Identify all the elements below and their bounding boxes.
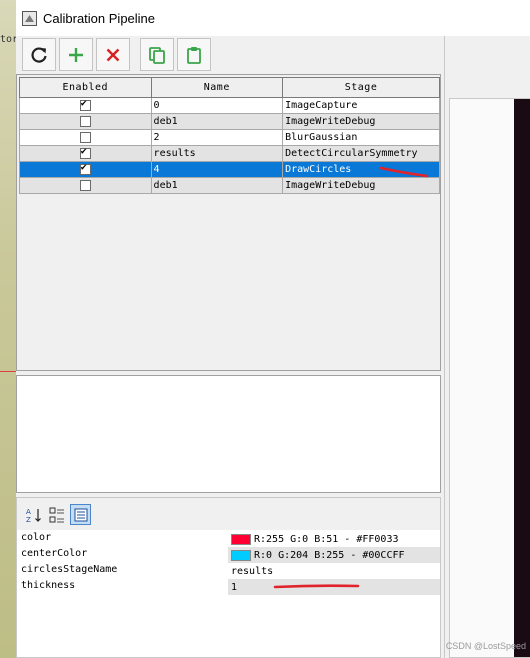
- add-icon: [69, 47, 83, 62]
- column-header-enabled[interactable]: Enabled: [19, 77, 152, 98]
- title-bar[interactable]: Calibration Pipeline: [16, 0, 530, 36]
- table-row[interactable]: 2 BlurGaussian: [19, 129, 440, 146]
- enabled-cell[interactable]: [19, 113, 152, 130]
- sort-alpha-button[interactable]: A Z: [23, 504, 44, 525]
- add-stage-button[interactable]: [59, 38, 93, 71]
- enabled-checkbox[interactable]: [79, 98, 91, 111]
- enabled-cell[interactable]: [19, 161, 152, 178]
- property-value-text: results: [231, 565, 274, 577]
- categorized-button[interactable]: [46, 504, 67, 525]
- enabled-checkbox[interactable]: [79, 131, 91, 143]
- name-cell[interactable]: 4: [150, 161, 284, 178]
- enabled-cell[interactable]: [19, 97, 152, 114]
- name-cell[interactable]: deb1: [150, 113, 284, 130]
- color-swatch: [231, 549, 251, 561]
- window-title: Calibration Pipeline: [43, 11, 156, 26]
- name-cell[interactable]: deb1: [150, 177, 284, 194]
- property-name: thickness: [21, 580, 76, 591]
- background-window-left: tor: [0, 0, 18, 658]
- property-value[interactable]: R:255 G:0 B:51 - #FF0033: [228, 531, 440, 547]
- property-name: color: [21, 532, 52, 543]
- remove-icon: [106, 48, 120, 61]
- enabled-checkbox[interactable]: [79, 162, 91, 175]
- property-value-text: R:255 G:0 B:51 - #FF0033: [254, 533, 399, 545]
- stages-table: Enabled Name Stage 0 ImageCapture deb1 I…: [19, 77, 440, 194]
- background-window-right: [444, 36, 530, 658]
- svg-text:Z: Z: [26, 516, 31, 523]
- property-value-text: 1: [231, 581, 238, 593]
- property-value[interactable]: results: [228, 563, 440, 579]
- categorized-icon: [49, 507, 64, 522]
- name-cell[interactable]: 0: [150, 97, 284, 114]
- description-panel: [16, 375, 441, 493]
- property-grid-toolbar: A Z: [17, 498, 440, 530]
- refresh-icon: [31, 46, 47, 63]
- stage-cell[interactable]: ImageCapture: [282, 97, 440, 114]
- enabled-checkbox[interactable]: [79, 179, 91, 191]
- svg-text:A: A: [26, 508, 31, 516]
- property-value-text: R:0 G:204 B:255 - #00CCFF: [254, 549, 405, 561]
- stage-cell[interactable]: BlurGaussian: [282, 129, 440, 146]
- property-row-center-color[interactable]: centerColor R:0 G:204 B:255 - #00CCFF: [19, 547, 440, 563]
- table-row[interactable]: deb1 ImageWriteDebug: [19, 113, 440, 130]
- enabled-cell[interactable]: [19, 129, 152, 146]
- property-row-thickness[interactable]: thickness 1: [19, 579, 440, 595]
- paste-button[interactable]: [177, 38, 211, 71]
- watermark: CSDN @LostSpeed: [445, 641, 526, 651]
- paste-icon: [187, 46, 201, 64]
- refresh-button[interactable]: [22, 38, 56, 71]
- enabled-cell[interactable]: [19, 145, 152, 162]
- stage-cell[interactable]: ImageWriteDebug: [282, 113, 440, 130]
- table-row[interactable]: 0 ImageCapture: [19, 97, 440, 114]
- table-row[interactable]: deb1 ImageWriteDebug: [19, 177, 440, 194]
- red-underline-annotation: [273, 584, 360, 589]
- pipeline-toolbar: [16, 36, 444, 74]
- stages-table-panel: Enabled Name Stage 0 ImageCapture deb1 I…: [16, 74, 441, 371]
- copy-button[interactable]: [140, 38, 174, 71]
- app-icon[interactable]: [22, 11, 37, 26]
- property-grid: A Z color R:255 G:0 B:51 - #FF0033 cente…: [16, 497, 441, 658]
- enabled-cell[interactable]: [19, 177, 152, 194]
- column-header-name[interactable]: Name: [150, 77, 284, 98]
- name-cell[interactable]: results: [150, 145, 284, 162]
- property-pages-icon: [74, 508, 87, 521]
- screen: tor Calibration Pipeline Enabled Name St…: [0, 0, 530, 658]
- remove-stage-button[interactable]: [96, 38, 130, 71]
- table-row[interactable]: results DetectCircularSymmetry: [19, 145, 440, 162]
- column-header-stage[interactable]: Stage: [282, 77, 440, 98]
- property-list: color R:255 G:0 B:51 - #FF0033 centerCol…: [19, 531, 440, 595]
- property-row-circles-stage-name[interactable]: circlesStageName results: [19, 563, 440, 579]
- color-swatch: [231, 533, 251, 545]
- background-dark-image: [514, 99, 530, 657]
- property-value[interactable]: R:0 G:204 B:255 - #00CCFF: [228, 547, 440, 563]
- property-pages-button[interactable]: [70, 504, 91, 525]
- table-row-selected[interactable]: 4 DrawCircles: [19, 161, 440, 178]
- enabled-checkbox[interactable]: [79, 115, 91, 127]
- copy-icon: [149, 46, 165, 64]
- background-panel: [449, 98, 530, 658]
- enabled-checkbox[interactable]: [79, 146, 91, 159]
- name-cell[interactable]: 2: [150, 129, 284, 146]
- background-red-line: [0, 371, 16, 372]
- property-name: circlesStageName: [21, 564, 118, 575]
- stage-cell[interactable]: DetectCircularSymmetry: [282, 145, 440, 162]
- property-row-color[interactable]: color R:255 G:0 B:51 - #FF0033: [19, 531, 440, 547]
- property-name: centerColor: [21, 548, 88, 559]
- table-header-row: Enabled Name Stage: [19, 77, 440, 98]
- sort-alpha-icon: A Z: [26, 508, 41, 523]
- red-underline-annotation: [379, 166, 429, 178]
